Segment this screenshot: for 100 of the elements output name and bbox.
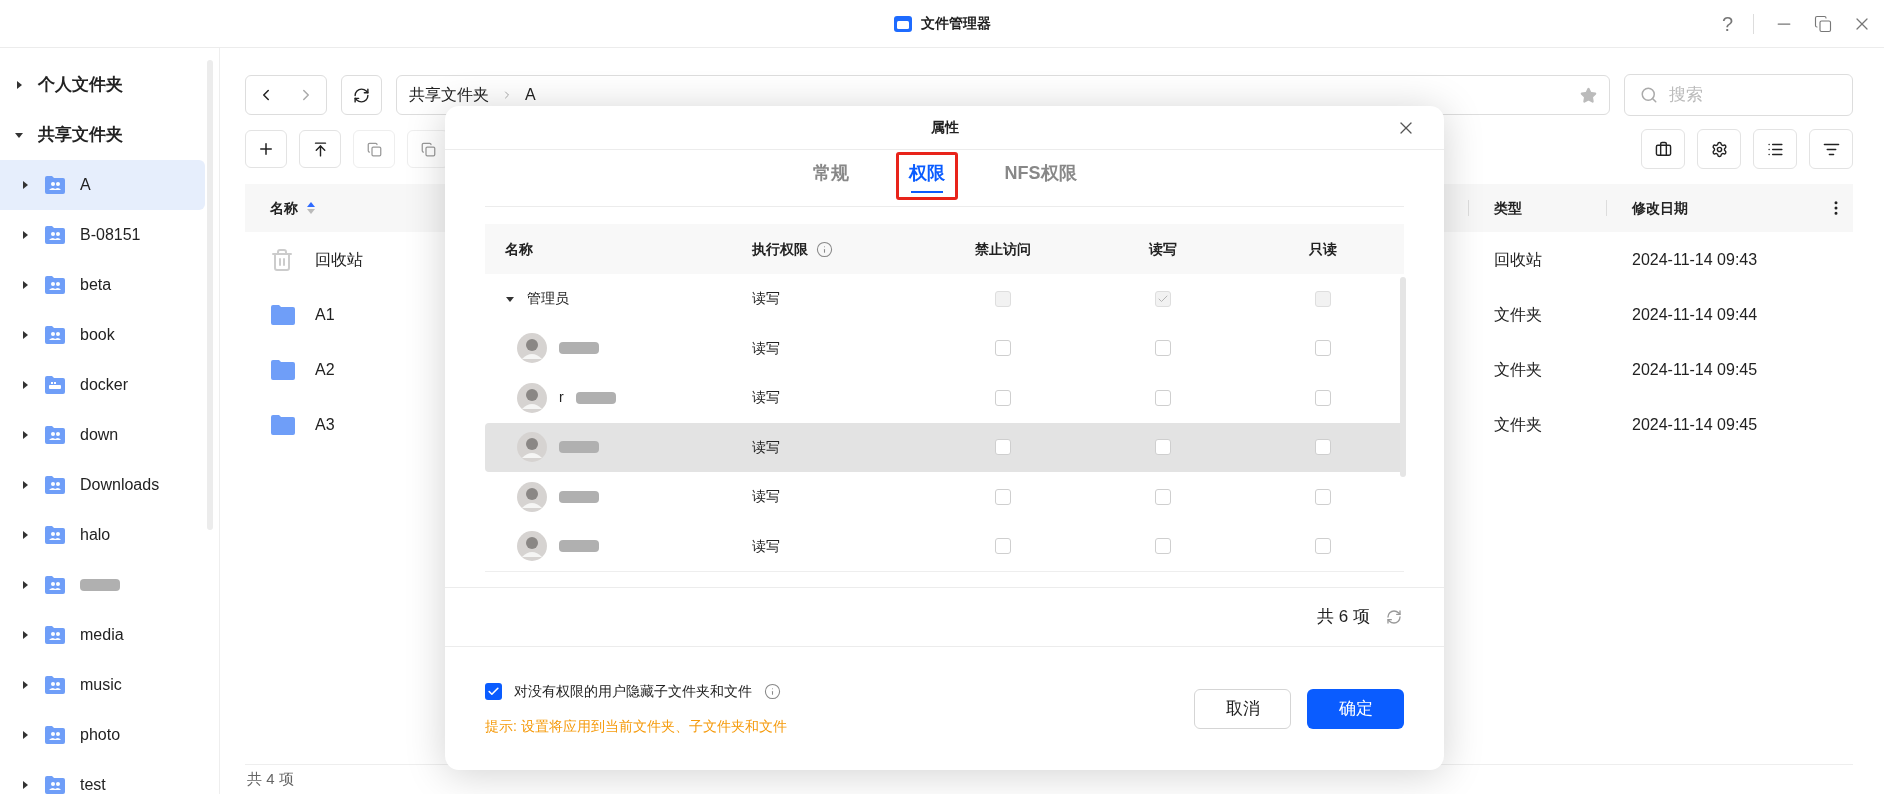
column-header[interactable]: 类型 — [1469, 197, 1606, 219]
sidebar-item[interactable]: media — [0, 610, 205, 660]
upload-button[interactable] — [299, 130, 341, 168]
table-cell-text: 文件夹 — [1493, 414, 1543, 435]
folder-name: docker — [80, 375, 129, 395]
info-icon[interactable] — [816, 240, 833, 258]
star-icon[interactable] — [1580, 86, 1597, 104]
breadcrumb-item[interactable]: A — [525, 83, 536, 107]
sidebar-item[interactable]: beta — [0, 260, 205, 310]
dialog-title: 属性 — [930, 118, 959, 137]
file-name[interactable]: A2 — [315, 357, 335, 382]
expand-icon[interactable] — [20, 430, 30, 440]
refresh-icon[interactable] — [1386, 609, 1402, 625]
shared-folder-icon — [44, 725, 66, 745]
column-header: 名称 — [505, 239, 533, 259]
sidebar-item[interactable]: Downloads — [0, 460, 205, 510]
expand-icon[interactable] — [20, 380, 30, 390]
expand-icon[interactable] — [20, 330, 30, 340]
trash-icon — [270, 247, 294, 272]
breadcrumb-item[interactable]: 共享文件夹 — [409, 83, 489, 107]
folder-name: halo — [80, 525, 111, 545]
shared-folder-icon — [44, 175, 66, 195]
folder-name: photo — [80, 725, 121, 745]
column-header[interactable]: 修改日期 — [1607, 197, 1827, 219]
expand-icon[interactable] — [20, 680, 30, 690]
folder-name: media — [80, 625, 124, 645]
user-name: r — [559, 388, 564, 408]
column-header: 执行权限 — [752, 239, 808, 259]
expand-icon[interactable] — [20, 530, 30, 540]
search-field[interactable]: 搜索 — [1624, 74, 1853, 116]
new-button[interactable] — [245, 130, 287, 168]
expand-icon[interactable] — [14, 80, 24, 90]
settings-icon — [1710, 140, 1728, 158]
cancel-button[interactable]: 取消 — [1194, 688, 1291, 729]
table-cell-text: 读写 — [752, 289, 781, 309]
column-header[interactable]: 名称 — [245, 197, 298, 219]
expand-icon[interactable] — [20, 180, 30, 190]
table-cell-text: 2024-11-14 09:43 — [1631, 249, 1759, 270]
expand-icon[interactable] — [20, 630, 30, 640]
restore-icon[interactable] — [1814, 15, 1832, 33]
expand-icon[interactable] — [20, 230, 30, 240]
table-cell-text: 读写 — [752, 536, 781, 556]
shared-folder-icon — [44, 675, 66, 695]
expand-icon[interactable] — [20, 280, 30, 290]
folder-name: B-08151 — [80, 225, 141, 245]
folder-icon — [270, 413, 296, 436]
shared-folder-icon — [44, 275, 66, 295]
sidebar-item[interactable]: photo — [0, 710, 205, 760]
sidebar-item[interactable]: A — [0, 160, 205, 210]
sidebar-section[interactable]: 共享文件夹 — [38, 122, 123, 148]
collapse-icon[interactable] — [14, 130, 24, 140]
sort-button[interactable] — [1809, 129, 1853, 169]
folder-name: beta — [80, 275, 112, 295]
expand-icon[interactable] — [20, 480, 30, 490]
sidebar-item[interactable]: book — [0, 310, 205, 360]
tab[interactable]: 权限 — [895, 152, 958, 200]
tab[interactable]: 常规 — [799, 152, 862, 200]
folder-name: book — [80, 325, 115, 345]
help-button[interactable]: ? — [1721, 9, 1733, 39]
checkbox[interactable] — [485, 682, 502, 700]
table-cell-text: 回收站 — [1493, 249, 1543, 270]
confirm-button[interactable]: 确定 — [1307, 688, 1404, 729]
table-cell-text: 读写 — [752, 487, 781, 507]
expand-icon[interactable] — [20, 580, 30, 590]
refresh-button[interactable] — [341, 75, 382, 115]
info-icon[interactable] — [764, 682, 781, 700]
column-header: 禁止访问 — [975, 239, 1031, 259]
expand-icon[interactable] — [20, 730, 30, 740]
file-name[interactable]: A3 — [315, 412, 335, 437]
avatar-icon — [517, 333, 547, 364]
sidebar-item[interactable]: halo — [0, 510, 205, 560]
shared-folder-icon — [44, 475, 66, 495]
folder-icon — [270, 358, 296, 381]
table-cell-text: 读写 — [752, 338, 781, 358]
copy-button[interactable] — [353, 130, 395, 168]
search-icon — [1640, 86, 1658, 104]
file-name[interactable]: A1 — [315, 302, 335, 327]
folder-name: down — [80, 425, 119, 445]
window-title: 文件管理器 — [921, 14, 991, 33]
expand-icon[interactable] — [20, 780, 30, 790]
user-name: 管理员 — [527, 289, 569, 309]
table-cell-text: 读写 — [752, 437, 781, 457]
sidebar-item[interactable]: test — [0, 760, 205, 794]
file-name[interactable]: 回收站 — [315, 247, 363, 272]
sidebar-item[interactable]: music — [0, 660, 205, 710]
sidebar-item[interactable]: down — [0, 410, 205, 460]
sort-icon[interactable] — [306, 201, 316, 215]
column-header: 读写 — [1149, 239, 1177, 259]
settings-button[interactable] — [1697, 129, 1741, 169]
sidebar-section[interactable]: 个人文件夹 — [38, 72, 123, 98]
sidebar-item[interactable]: docker — [0, 360, 205, 410]
toolbox-button[interactable] — [1641, 129, 1685, 169]
folder-name: test — [80, 775, 106, 794]
tab[interactable]: NFS权限 — [991, 152, 1090, 200]
view-button[interactable] — [1753, 129, 1797, 169]
shared-folder-icon — [44, 625, 66, 645]
sidebar-item[interactable]: B-08151 — [0, 210, 205, 260]
table-cell-text: 2024-11-14 09:45 — [1631, 414, 1759, 435]
option-label: 对没有权限的用户隐藏子文件夹和文件 — [514, 681, 752, 701]
copy-icon — [366, 141, 382, 157]
